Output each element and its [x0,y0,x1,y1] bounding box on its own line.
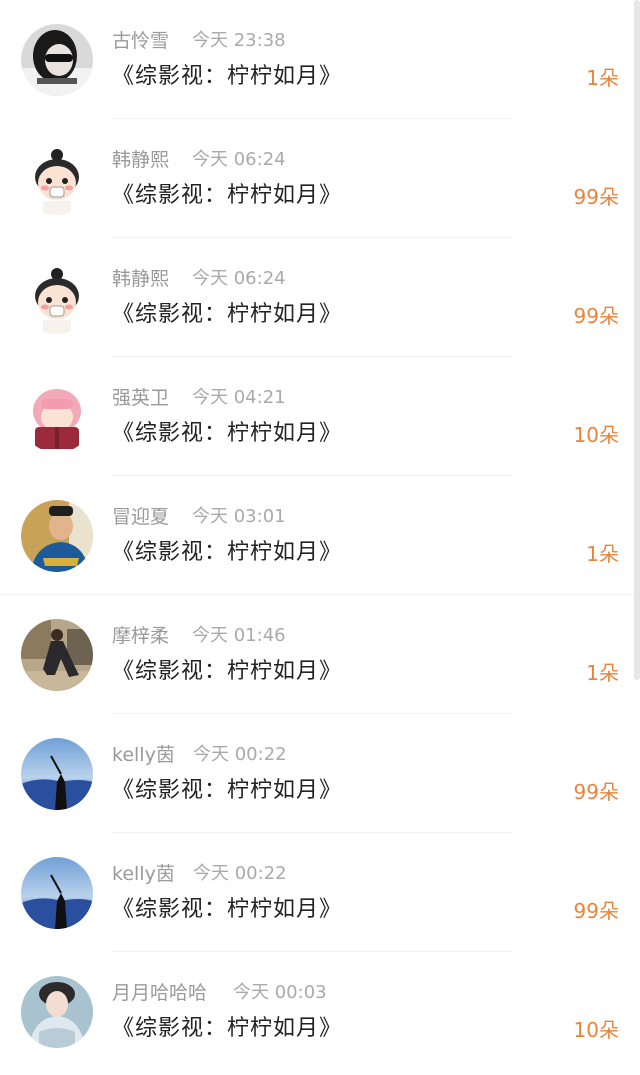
username[interactable]: 强英卫 [112,385,169,411]
user-avatar-man-costume[interactable] [21,500,93,572]
user-avatar-sunglasses[interactable] [21,24,93,96]
gift-count: 99朵 [573,185,619,209]
username[interactable]: kelly茵 [112,742,175,768]
list-item[interactable]: 韩静熙 今天 06:24 《综影视：柠柠如月》 99朵 [0,119,640,238]
username[interactable]: 韩静熙 [112,147,169,173]
book-title[interactable]: 《综影视：柠柠如月》 [112,536,342,570]
timestamp: 今天 00:22 [193,744,287,765]
timestamp: 今天 00:03 [233,982,327,1003]
user-avatar-cartoon-girl[interactable] [21,262,93,334]
username[interactable]: 摩梓柔 [112,623,169,649]
book-title[interactable]: 《综影视：柠柠如月》 [112,774,342,808]
book-title[interactable]: 《综影视：柠柠如月》 [112,179,342,213]
user-avatar-man-seated[interactable] [21,619,93,691]
timestamp: 今天 03:01 [192,506,286,527]
user-avatar-silhouette-sky[interactable] [21,738,93,810]
username[interactable]: 古怜雪 [112,28,169,54]
timestamp: 今天 00:22 [193,863,287,884]
list-item[interactable]: 摩梓柔 今天 01:46 《综影视：柠柠如月》 1朵 [0,595,640,714]
gift-record-list: 古怜雪 今天 23:38 《综影视：柠柠如月》 1朵 韩静熙 今天 06:24 … [0,0,640,1075]
gift-count: 99朵 [573,304,619,328]
timestamp: 今天 01:46 [192,625,286,646]
list-item[interactable]: 冒迎夏 今天 03:01 《综影视：柠柠如月》 1朵 [0,476,640,595]
username[interactable]: 韩静熙 [112,266,169,292]
list-item[interactable]: 月月哈哈哈 今天 00:03 《综影视：柠柠如月》 10朵 [0,952,640,1071]
timestamp: 今天 06:24 [192,268,286,289]
list-item[interactable]: kelly茵 今天 00:22 《综影视：柠柠如月》 99朵 [0,714,640,833]
gift-count: 99朵 [573,780,619,804]
user-avatar-costume-woman[interactable] [21,976,93,1048]
user-avatar-silhouette-sky[interactable] [21,857,93,929]
gift-count: 10朵 [573,1018,619,1042]
gift-count: 99朵 [573,899,619,923]
user-avatar-pink-hair-reading[interactable] [21,381,93,453]
gift-count: 1朵 [586,542,619,566]
timestamp: 今天 04:21 [192,387,286,408]
list-item[interactable]: 韩静熙 今天 06:24 《综影视：柠柠如月》 99朵 [0,238,640,357]
gift-count: 10朵 [573,423,619,447]
book-title[interactable]: 《综影视：柠柠如月》 [112,60,342,94]
gift-count: 1朵 [586,66,619,90]
book-title[interactable]: 《综影视：柠柠如月》 [112,655,342,689]
user-avatar-cartoon-girl[interactable] [21,143,93,215]
book-title[interactable]: 《综影视：柠柠如月》 [112,298,342,332]
book-title[interactable]: 《综影视：柠柠如月》 [112,893,342,927]
username[interactable]: 冒迎夏 [112,504,169,530]
timestamp: 今天 23:38 [192,30,286,51]
book-title[interactable]: 《综影视：柠柠如月》 [112,417,342,451]
list-item[interactable]: 强英卫 今天 04:21 《综影视：柠柠如月》 10朵 [0,357,640,476]
username[interactable]: 月月哈哈哈 [112,980,207,1006]
book-title[interactable]: 《综影视：柠柠如月》 [112,1012,342,1046]
username[interactable]: kelly茵 [112,861,175,887]
scrollbar[interactable] [634,0,640,680]
timestamp: 今天 06:24 [192,149,286,170]
list-item[interactable]: kelly茵 今天 00:22 《综影视：柠柠如月》 99朵 [0,833,640,952]
list-item[interactable]: 古怜雪 今天 23:38 《综影视：柠柠如月》 1朵 [0,0,640,119]
gift-count: 1朵 [586,661,619,685]
